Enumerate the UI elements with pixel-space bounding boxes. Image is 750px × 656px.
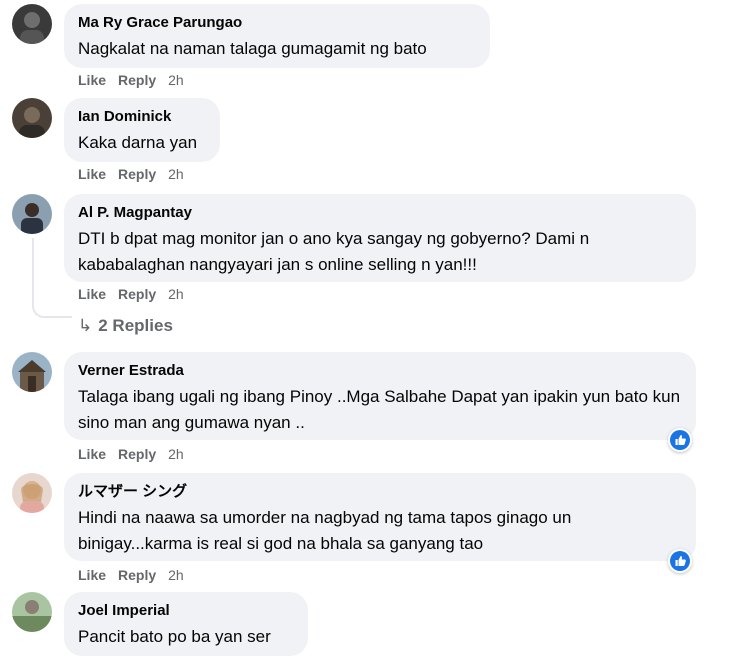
comment-text: Talaga ibang ugali ng ibang Pinoy ..Mga … [78, 387, 681, 432]
reply-button[interactable]: Reply [118, 166, 156, 182]
like-button[interactable]: Like [78, 286, 106, 302]
timestamp[interactable]: 2h [168, 286, 184, 302]
like-button[interactable]: Like [78, 567, 106, 583]
comment-text: Hindi na naawa sa umorder na nagbyad ng … [78, 508, 572, 553]
replies-label: 2 Replies [98, 316, 173, 335]
like-button[interactable]: Like [78, 166, 106, 182]
like-button[interactable]: Like [78, 72, 106, 88]
comment-author[interactable]: Ian Dominick [78, 107, 206, 127]
comment-text: DTI b dpat mag monitor jan o ano kya san… [78, 229, 590, 274]
avatar[interactable] [12, 592, 52, 632]
comment-bubble: Al P. Magpantay DTI b dpat mag monitor j… [64, 194, 696, 282]
comment-bubble: Ian Dominick Kaka darna yan [64, 98, 220, 162]
avatar[interactable] [12, 194, 52, 234]
avatar[interactable] [12, 473, 52, 513]
reply-button[interactable]: Reply [118, 567, 156, 583]
avatar[interactable] [12, 98, 52, 138]
timestamp[interactable]: 2h [168, 72, 184, 88]
reply-arrow-icon: ↳ [78, 316, 93, 335]
comment-author[interactable]: Verner Estrada [78, 361, 682, 381]
comment-bubble: Verner Estrada Talaga ibang ugali ng iba… [64, 352, 696, 440]
timestamp[interactable]: 2h [168, 166, 184, 182]
comment-text: Kaka darna yan [78, 133, 198, 152]
reply-button[interactable]: Reply [118, 446, 156, 462]
view-replies-button[interactable]: ↳ 2 Replies [78, 315, 173, 337]
comment-bubble: Ma Ry Grace Parungao Nagkalat na naman t… [64, 4, 490, 68]
reaction-badge[interactable] [668, 428, 692, 452]
avatar[interactable] [12, 4, 52, 44]
comment-author[interactable]: Ma Ry Grace Parungao [78, 13, 476, 33]
reply-button[interactable]: Reply [118, 72, 156, 88]
like-button[interactable]: Like [78, 446, 106, 462]
reaction-badge[interactable] [668, 549, 692, 573]
reply-button[interactable]: Reply [118, 286, 156, 302]
like-icon [670, 430, 690, 450]
comment-author[interactable]: Al P. Magpantay [78, 203, 682, 223]
comment-bubble: ルマザー シング Hindi na naawa sa umorder na na… [64, 473, 696, 561]
comment-text: Nagkalat na naman talaga gumagamit ng ba… [78, 39, 427, 58]
thread-elbow [32, 306, 72, 318]
thread-line [32, 238, 34, 306]
timestamp[interactable]: 2h [168, 567, 184, 583]
avatar[interactable] [12, 352, 52, 392]
comment-author[interactable]: Joel Imperial [78, 601, 294, 621]
like-icon [670, 551, 690, 571]
comment-author[interactable]: ルマザー シング [78, 482, 682, 502]
timestamp[interactable]: 2h [168, 446, 184, 462]
comment-text: Pancit bato po ba yan ser [78, 627, 271, 646]
comment-bubble: Joel Imperial Pancit bato po ba yan ser [64, 592, 308, 656]
